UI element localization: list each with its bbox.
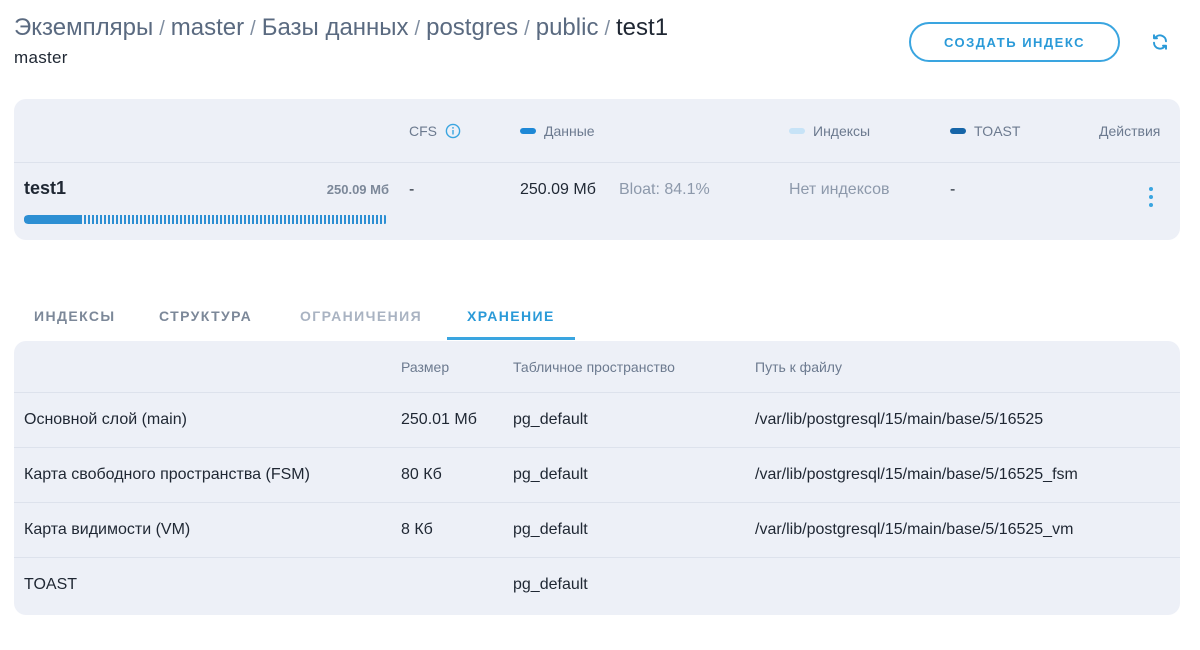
actions-menu-icon[interactable] [1144,187,1158,207]
page-header: Экземпляры / master / Базы данных / postgres / p… [14,14,668,68]
table-total-size: 250.09 Мб [326,182,389,197]
breadcrumb-item-master[interactable]: master [171,14,244,41]
breadcrumb-separator: / [524,18,530,40]
header-toast-label: TOAST [974,123,1021,139]
breadcrumb-separator: / [159,18,165,40]
tab-structure[interactable]: СТРУКТУРА [159,298,252,340]
bloat-value: Bloat: 84.1% [619,181,710,198]
breadcrumb-separator: / [250,18,256,40]
header-cfs-label: CFS [409,123,437,139]
cell-path: /var/lib/postgresql/15/main/base/5/16525… [755,521,1074,538]
cfs-value: - [409,181,415,198]
breadcrumb-item-databases[interactable]: Базы данных [262,14,409,41]
cell-path: /var/lib/postgresql/15/main/base/5/16525 [755,411,1044,428]
storage-table: Размер Табличное пространство Путь к фай… [14,341,1180,615]
breadcrumb-item-postgres[interactable]: postgres [426,14,518,41]
cell-path: /var/lib/postgresql/15/main/base/5/16525… [755,466,1078,483]
column-header-tablespace: Табличное пространство [513,359,675,375]
header-toast: TOAST [950,123,1020,139]
tab-constraints: ОГРАНИЧЕНИЯ [300,308,423,324]
cell-layer: Карта свободного пространства (FSM) [24,466,310,483]
divider [14,162,1180,163]
toast-value: - [950,181,956,198]
header-data: Данные [520,123,595,139]
table-row: Основной слой (main) 250.01 Мб pg_defaul… [14,393,1180,448]
table-name: test1 [24,178,67,198]
header-actions: Действия [1099,123,1161,139]
tab-storage[interactable]: ХРАНЕНИЕ [447,298,575,340]
page-subtitle: master [14,48,68,67]
table-row: TOAST pg_default [14,558,1180,613]
cell-layer: TOAST [24,576,78,593]
cell-layer: Карта видимости (VM) [24,521,191,538]
cell-tablespace: pg_default [513,411,588,428]
header-indexes: Индексы [789,123,870,139]
breadcrumb-separator: / [604,18,611,40]
info-icon[interactable] [445,123,461,139]
column-header-size: Размер [401,359,450,375]
cell-size: 250.01 Мб [401,411,477,428]
table-row: Карта свободного пространства (FSM) 80 К… [14,448,1180,503]
create-index-button[interactable]: СОЗДАТЬ ИНДЕКС [909,22,1120,62]
refresh-icon [1153,34,1167,50]
cell-size: 80 Кб [401,466,442,483]
data-value: 250.09 Мб [520,181,596,198]
legend-data-swatch [520,128,536,134]
table-row: Карта видимости (VM) 8 Кб pg_default /va… [14,503,1180,558]
breadcrumb: Экземпляры / master / Базы данных / postgres / p… [14,14,668,42]
cell-tablespace: pg_default [513,521,588,538]
refresh-button[interactable] [1148,30,1172,54]
cell-tablespace: pg_default [513,466,588,483]
breadcrumb-item-instances[interactable]: Экземпляры [14,14,153,41]
cell-size: 8 Кб [401,521,433,538]
table-header: Размер Табличное пространство Путь к фай… [14,341,1180,393]
header-cfs: CFS [409,123,461,139]
breadcrumb-separator: / [414,18,421,40]
size-bar-fill [24,215,82,224]
cell-tablespace: pg_default [513,576,588,593]
indexes-value: Нет индексов [789,181,890,198]
legend-indexes-swatch [789,128,805,134]
page-title: test1 [616,14,669,41]
size-bar [24,215,388,224]
header-data-label: Данные [544,123,595,139]
table-summary-card: CFS Данные Индексы TOAST Действия test1 … [14,99,1180,240]
breadcrumb-item-public[interactable]: public [536,14,599,41]
column-header-path: Путь к файлу [755,359,842,375]
tab-indexes[interactable]: ИНДЕКСЫ [34,298,115,340]
header-indexes-label: Индексы [813,123,871,139]
cell-layer: Основной слой (main) [24,411,187,428]
legend-toast-swatch [950,128,966,134]
